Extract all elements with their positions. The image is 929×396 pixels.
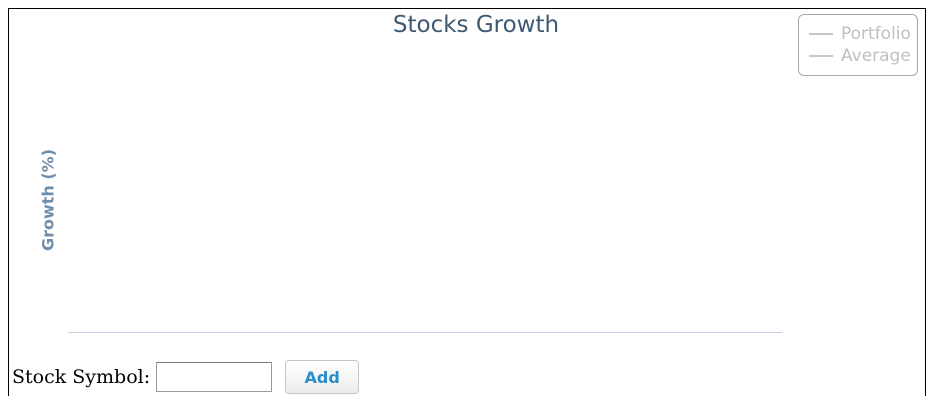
y-axis-label: Growth (%)	[38, 148, 58, 252]
legend-line-icon	[809, 55, 833, 57]
legend-label-portfolio: Portfolio	[841, 24, 911, 44]
legend-line-icon	[809, 33, 833, 35]
legend-item-average[interactable]: Average	[809, 45, 917, 67]
stock-symbol-input[interactable]	[156, 362, 273, 392]
legend-item-portfolio[interactable]: Portfolio	[809, 23, 917, 45]
stock-symbol-label: Stock Symbol:	[12, 366, 151, 388]
legend-label-average: Average	[841, 46, 911, 66]
x-axis-line	[68, 332, 782, 333]
chart-frame	[8, 8, 926, 396]
stock-controls: Stock Symbol: Add	[12, 360, 360, 394]
chart-title: Stocks Growth	[392, 12, 560, 38]
add-button[interactable]: Add	[285, 360, 360, 394]
chart-legend: Portfolio Average	[798, 14, 918, 76]
